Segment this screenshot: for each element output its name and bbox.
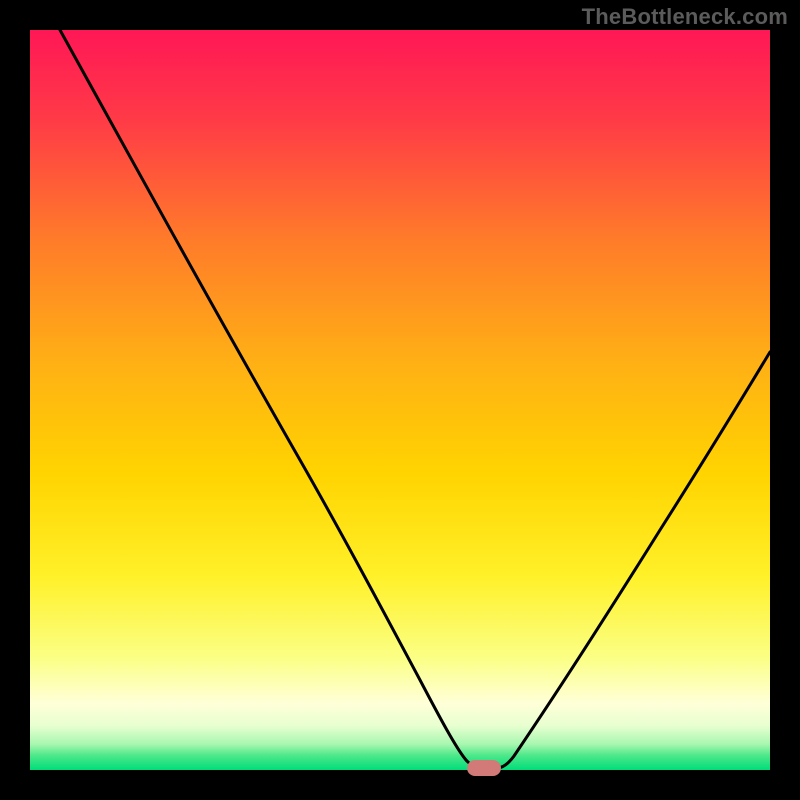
marker-pill xyxy=(467,760,501,776)
chart-svg xyxy=(0,0,800,800)
watermark-label: TheBottleneck.com xyxy=(582,4,788,30)
plot-area xyxy=(30,30,770,770)
chart-container: TheBottleneck.com xyxy=(0,0,800,800)
